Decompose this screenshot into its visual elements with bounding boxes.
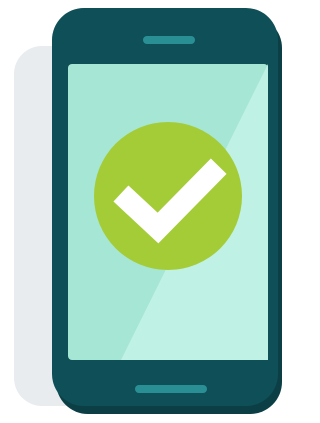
speaker-slot [143,36,195,44]
check-circle [94,122,242,270]
home-bar [135,385,207,393]
check-circle-icon [94,122,242,270]
smartphone-check-illustration [0,0,294,423]
illustration-canvas [14,8,282,414]
